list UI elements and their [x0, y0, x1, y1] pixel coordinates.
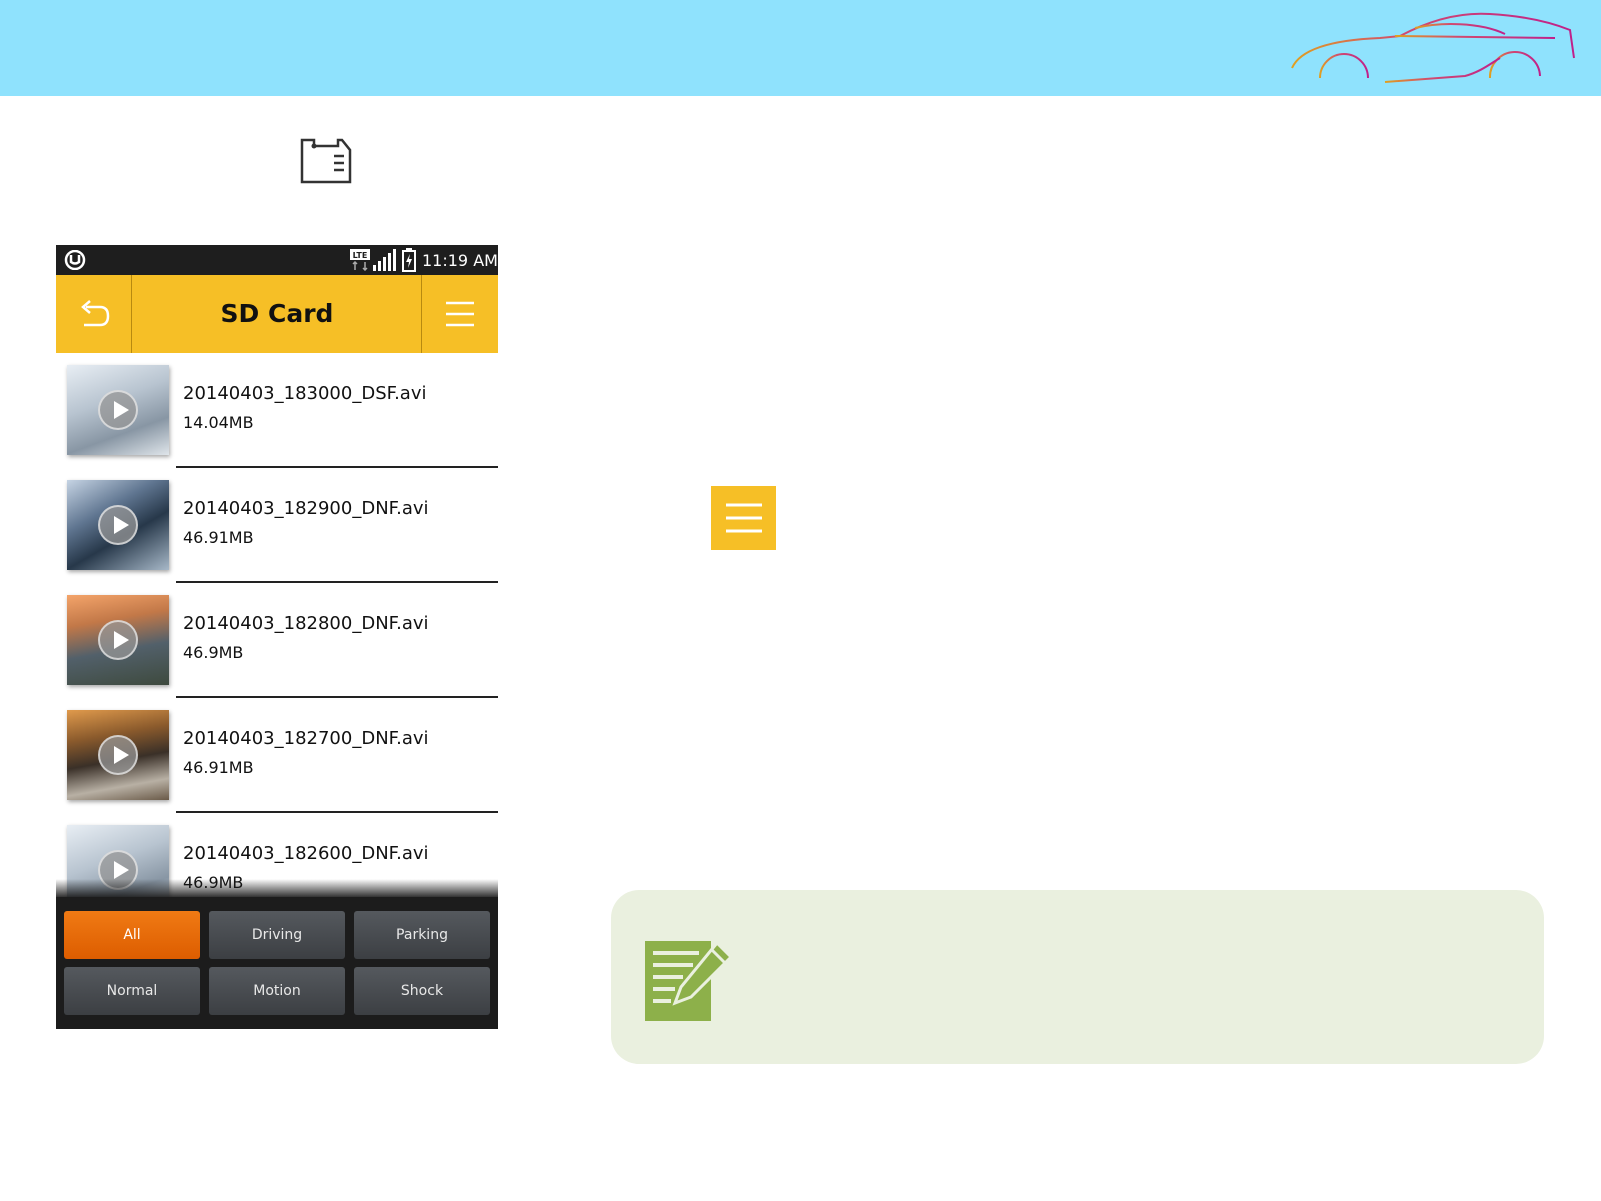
file-row[interactable]: 20140403_182700_DNF.avi 46.91MB [56, 698, 498, 813]
file-name: 20140403_183000_DSF.avi [183, 383, 427, 404]
play-icon [98, 735, 138, 775]
sd-card-icon [300, 138, 352, 184]
app-title: SD Card [220, 299, 334, 328]
note-box [611, 890, 1544, 1064]
signal-icon [373, 249, 396, 271]
play-icon [98, 620, 138, 660]
status-bar: LTE 11:19 AM [56, 245, 498, 275]
status-time: 11:19 AM [422, 251, 498, 270]
filter-panel: All Driving Parking Normal Motion Shock [56, 879, 498, 1029]
filter-driving-button[interactable]: Driving [209, 911, 345, 959]
hamburger-menu-icon [446, 301, 474, 327]
filter-parking-button[interactable]: Parking [354, 911, 490, 959]
file-name: 20140403_182700_DNF.avi [183, 728, 429, 749]
app-header: SD Card [56, 275, 498, 353]
hamburger-lines [726, 503, 762, 533]
filter-motion-button[interactable]: Motion [209, 967, 345, 1015]
play-icon [98, 390, 138, 430]
back-button[interactable] [56, 275, 132, 353]
top-banner [0, 0, 1601, 96]
battery-icon [402, 248, 416, 272]
filter-all-button[interactable]: All [64, 911, 200, 959]
file-name: 20140403_182900_DNF.avi [183, 498, 429, 519]
lte-icon: LTE [350, 249, 370, 271]
sports-car-outline-icon [1291, 12, 1575, 83]
lte-label: LTE [353, 251, 368, 260]
video-thumbnail [67, 365, 169, 455]
hamburger-menu-icon [711, 486, 776, 550]
play-icon [98, 505, 138, 545]
filter-normal-button[interactable]: Normal [64, 967, 200, 1015]
menu-button[interactable] [421, 275, 498, 353]
phone-screen: LTE 11:19 AM SD Card 20140403_183000_DSF… [56, 245, 498, 1029]
file-row[interactable]: 20140403_183000_DSF.avi 14.04MB [56, 353, 498, 468]
filter-shock-button[interactable]: Shock [354, 967, 490, 1015]
video-thumbnail [67, 595, 169, 685]
app-logo-icon [64, 250, 86, 270]
video-thumbnail [67, 710, 169, 800]
note-pencil-icon [645, 940, 733, 1021]
video-thumbnail [67, 480, 169, 570]
file-size: 46.91MB [183, 528, 254, 547]
file-size: 46.9MB [183, 643, 244, 662]
file-row[interactable]: 20140403_182800_DNF.avi 46.9MB [56, 583, 498, 698]
file-name: 20140403_182800_DNF.avi [183, 613, 429, 634]
file-name: 20140403_182600_DNF.avi [183, 843, 429, 864]
back-arrow-icon [81, 300, 110, 327]
file-row[interactable]: 20140403_182900_DNF.avi 46.91MB [56, 468, 498, 583]
file-list: 20140403_183000_DSF.avi 14.04MB 20140403… [56, 353, 498, 928]
file-size: 14.04MB [183, 413, 254, 432]
file-size: 46.91MB [183, 758, 254, 777]
